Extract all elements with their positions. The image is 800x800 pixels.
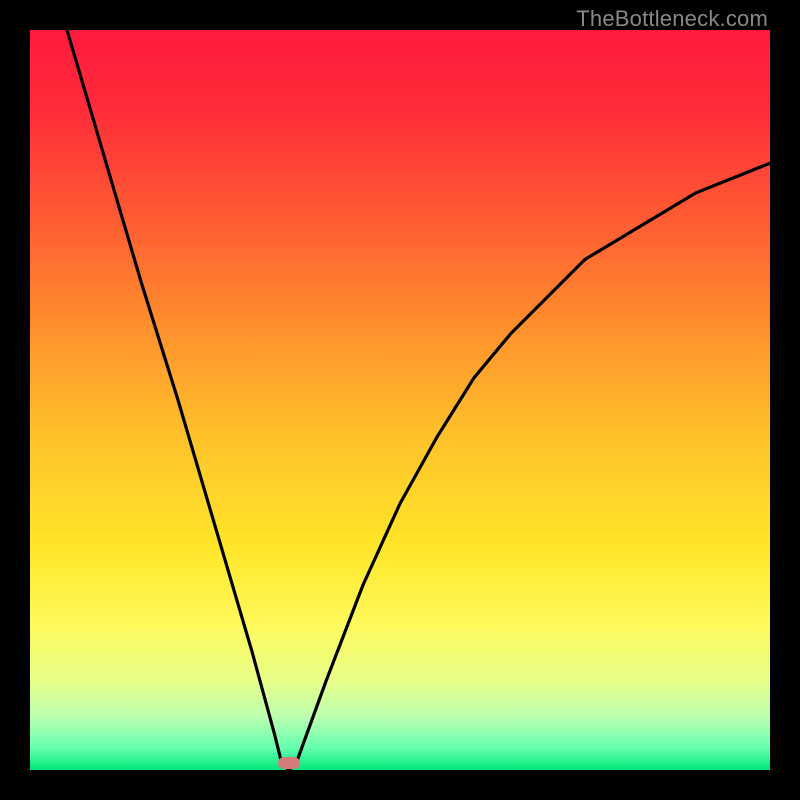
watermark-text: TheBottleneck.com [576,6,768,32]
chart-frame: TheBottleneck.com [0,0,800,800]
bottleneck-curve [30,30,770,770]
plot-area [30,30,770,770]
optimal-point-marker [278,757,300,769]
